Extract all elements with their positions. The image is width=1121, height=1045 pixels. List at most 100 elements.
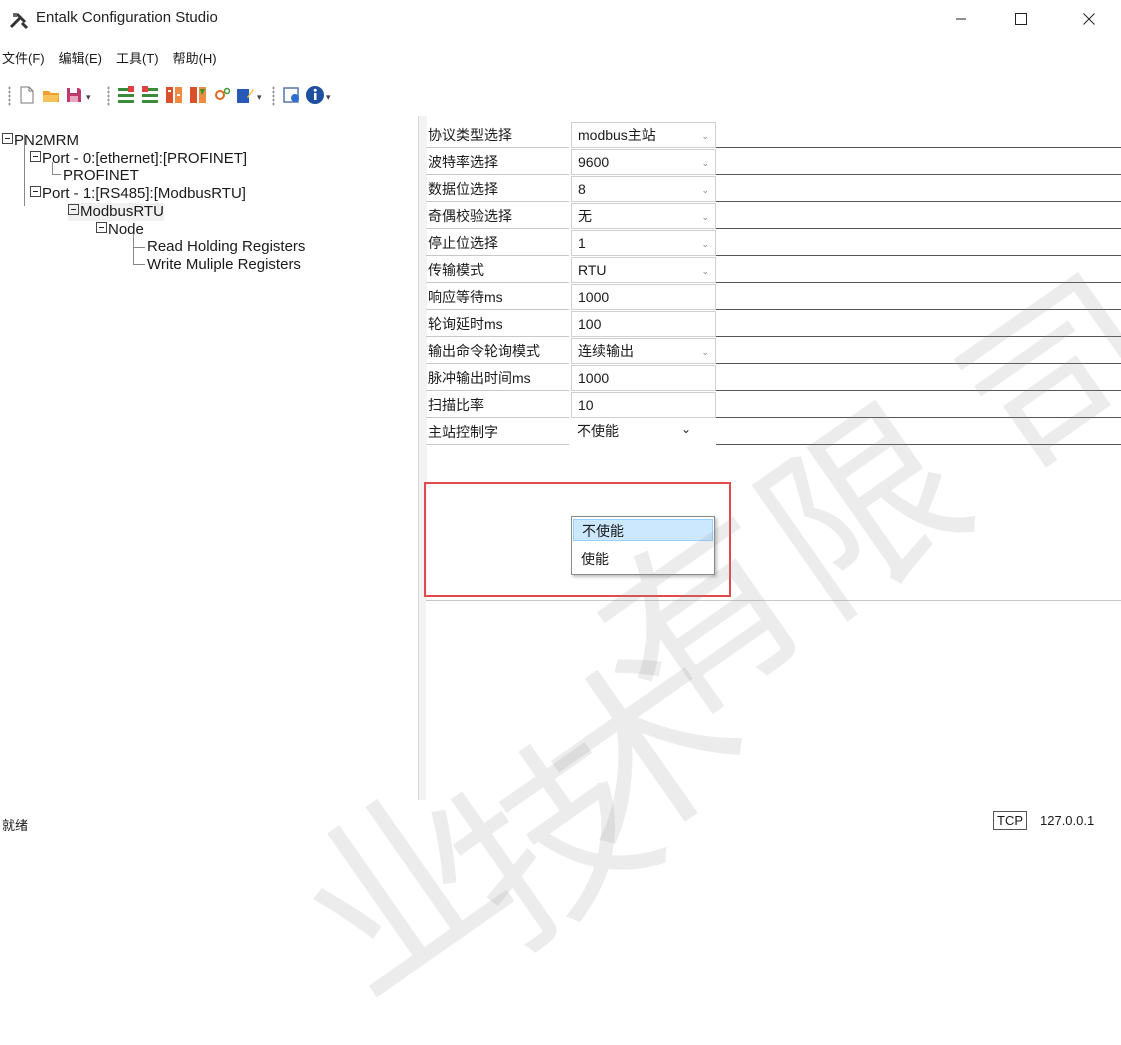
collapse-icon[interactable] (30, 151, 41, 162)
maximize-button[interactable] (998, 2, 1044, 36)
tree-node-profinet[interactable]: PROFINET (63, 167, 139, 185)
property-row[interactable]: 输出命令轮询模式 连续输出 ⌄ (426, 338, 1121, 365)
property-row-divider (716, 230, 1121, 256)
chevron-down-icon[interactable]: ⌄ (701, 124, 709, 148)
chevron-down-icon[interactable]: ⌄ (701, 340, 709, 364)
property-input[interactable]: 100 (571, 311, 716, 337)
property-input[interactable]: 1000 (571, 365, 716, 391)
property-row[interactable]: 停止位选择 1 ⌄ (426, 230, 1121, 257)
ip-address: 127.0.0.1 (1040, 813, 1095, 828)
monitor-icon[interactable] (282, 85, 302, 105)
tree-node-port0[interactable]: Port - 0:[ethernet]:[PROFINET] (30, 150, 247, 168)
property-row-divider (716, 419, 1121, 445)
property-input[interactable]: 10 (571, 392, 716, 418)
property-row[interactable]: 主站控制字 不使能 ⌄ (426, 419, 1121, 446)
property-combobox[interactable]: 1 ⌄ (571, 230, 716, 256)
property-row-divider (716, 176, 1121, 202)
minimize-button[interactable] (938, 2, 984, 36)
property-row-divider (716, 284, 1121, 310)
property-input[interactable]: 1000 (571, 284, 716, 310)
property-row[interactable]: 脉冲输出时间ms 1000 (426, 365, 1121, 392)
new-file-icon[interactable] (17, 85, 37, 105)
property-value: 9600 (578, 154, 610, 170)
remove-port-icon[interactable] (140, 85, 160, 105)
property-label: 波特率选择 (426, 149, 569, 175)
toolbar-overflow-chevron-icon[interactable]: ▾ (86, 92, 91, 103)
property-row[interactable]: 数据位选择 8 ⌄ (426, 176, 1121, 203)
property-combobox[interactable]: 9600 ⌄ (571, 149, 716, 175)
property-value: 100 (578, 316, 602, 332)
tree-node-root[interactable]: PN2MRM (2, 132, 79, 150)
info-icon[interactable] (305, 85, 325, 105)
property-row-divider (716, 122, 1121, 148)
toolbar-grip[interactable] (107, 86, 110, 106)
chevron-down-icon[interactable]: ⌄ (701, 259, 709, 283)
property-row[interactable]: 响应等待ms 1000 (426, 284, 1121, 311)
property-label: 数据位选择 (426, 176, 569, 202)
property-row[interactable]: 轮询延时ms 100 (426, 311, 1121, 338)
property-label: 奇偶校验选择 (426, 203, 569, 229)
property-label: 响应等待ms (426, 284, 569, 310)
property-combobox[interactable]: 8 ⌄ (571, 176, 716, 202)
property-row[interactable]: 奇偶校验选择无 ⌄ (426, 203, 1121, 230)
collapse-icon[interactable] (68, 204, 79, 215)
collapse-icon[interactable] (96, 222, 107, 233)
collapse-icon[interactable] (2, 133, 13, 144)
property-combobox[interactable]: 无 ⌄ (571, 203, 716, 229)
property-row[interactable]: 扫描比率 10 (426, 392, 1121, 419)
property-value: 8 (578, 181, 586, 197)
property-label: 主站控制字 (426, 419, 569, 445)
write-icon[interactable] (188, 85, 208, 105)
property-label: 脉冲输出时间ms (426, 365, 569, 391)
toolbar-grip[interactable] (8, 86, 11, 106)
device-tree[interactable]: PN2MRM Port - 0:[ethernet]:[PROFINET] PR… (0, 120, 418, 800)
tree-node-modbusrtu[interactable]: ModbusRTU (68, 203, 164, 221)
minimize-icon (956, 18, 966, 20)
chevron-down-icon[interactable]: ⌄ (701, 178, 709, 202)
edit-icon[interactable] (235, 85, 255, 105)
tree-node-write-multiple[interactable]: Write Muliple Registers (147, 256, 301, 274)
close-icon (1083, 13, 1095, 25)
save-icon[interactable] (64, 85, 84, 105)
details-panel (426, 600, 1121, 801)
property-combobox[interactable]: RTU ⌄ (571, 257, 716, 283)
tree-node-label: Port - 1:[RS485]:[ModbusRTU] (42, 185, 246, 202)
settings-icon[interactable] (212, 85, 232, 105)
chevron-down-icon[interactable]: ⌄ (701, 151, 709, 175)
tree-node-read-holding[interactable]: Read Holding Registers (147, 238, 305, 256)
toolbar-grip[interactable] (272, 86, 275, 106)
property-value: 连续输出 (578, 343, 634, 359)
property-row[interactable]: 传输模式 RTU ⌄ (426, 257, 1121, 284)
toolbar-overflow-chevron-icon[interactable]: ▾ (326, 92, 331, 103)
menu-tools[interactable]: 工具(T) (116, 44, 159, 70)
menu-bar: 文件(F) 编辑(E) 工具(T) 帮助(H) (0, 44, 217, 70)
menu-help[interactable]: 帮助(H) (173, 44, 217, 70)
property-value: 无 (578, 208, 592, 224)
property-label: 停止位选择 (426, 230, 569, 256)
property-value: 1 (578, 235, 586, 251)
chevron-down-icon[interactable]: ⌄ (681, 417, 691, 441)
tree-node-label: ModbusRTU (80, 203, 164, 220)
highlight-annotation-box (424, 482, 731, 597)
property-row-divider (716, 338, 1121, 364)
close-button[interactable] (1066, 2, 1112, 36)
read-icon[interactable] (164, 85, 184, 105)
chevron-down-icon[interactable]: ⌄ (701, 205, 709, 229)
property-row[interactable]: 协议类型选择 modbus主站 ⌄ (426, 122, 1121, 149)
tree-node-label: Write Muliple Registers (147, 256, 301, 273)
property-combobox[interactable]: 不使能 ⌄ (571, 419, 711, 445)
collapse-icon[interactable] (30, 186, 41, 197)
chevron-down-icon[interactable]: ⌄ (701, 232, 709, 256)
status-bar: 就绪 TCP 127.0.0.1 (0, 806, 1121, 836)
property-combobox[interactable]: modbus主站 ⌄ (571, 122, 716, 148)
property-combobox[interactable]: 连续输出 ⌄ (571, 338, 716, 364)
property-row[interactable]: 波特率选择 9600 ⌄ (426, 149, 1121, 176)
tree-node-port1[interactable]: Port - 1:[RS485]:[ModbusRTU] (30, 185, 246, 203)
status-text: 就绪 (2, 818, 29, 833)
open-folder-icon[interactable] (41, 85, 61, 105)
menu-edit[interactable]: 编辑(E) (59, 44, 102, 70)
add-port-icon[interactable] (116, 85, 136, 105)
menu-file[interactable]: 文件(F) (2, 44, 45, 70)
tree-node-node[interactable]: Node (96, 221, 144, 239)
toolbar-overflow-chevron-icon[interactable]: ▾ (257, 92, 262, 103)
